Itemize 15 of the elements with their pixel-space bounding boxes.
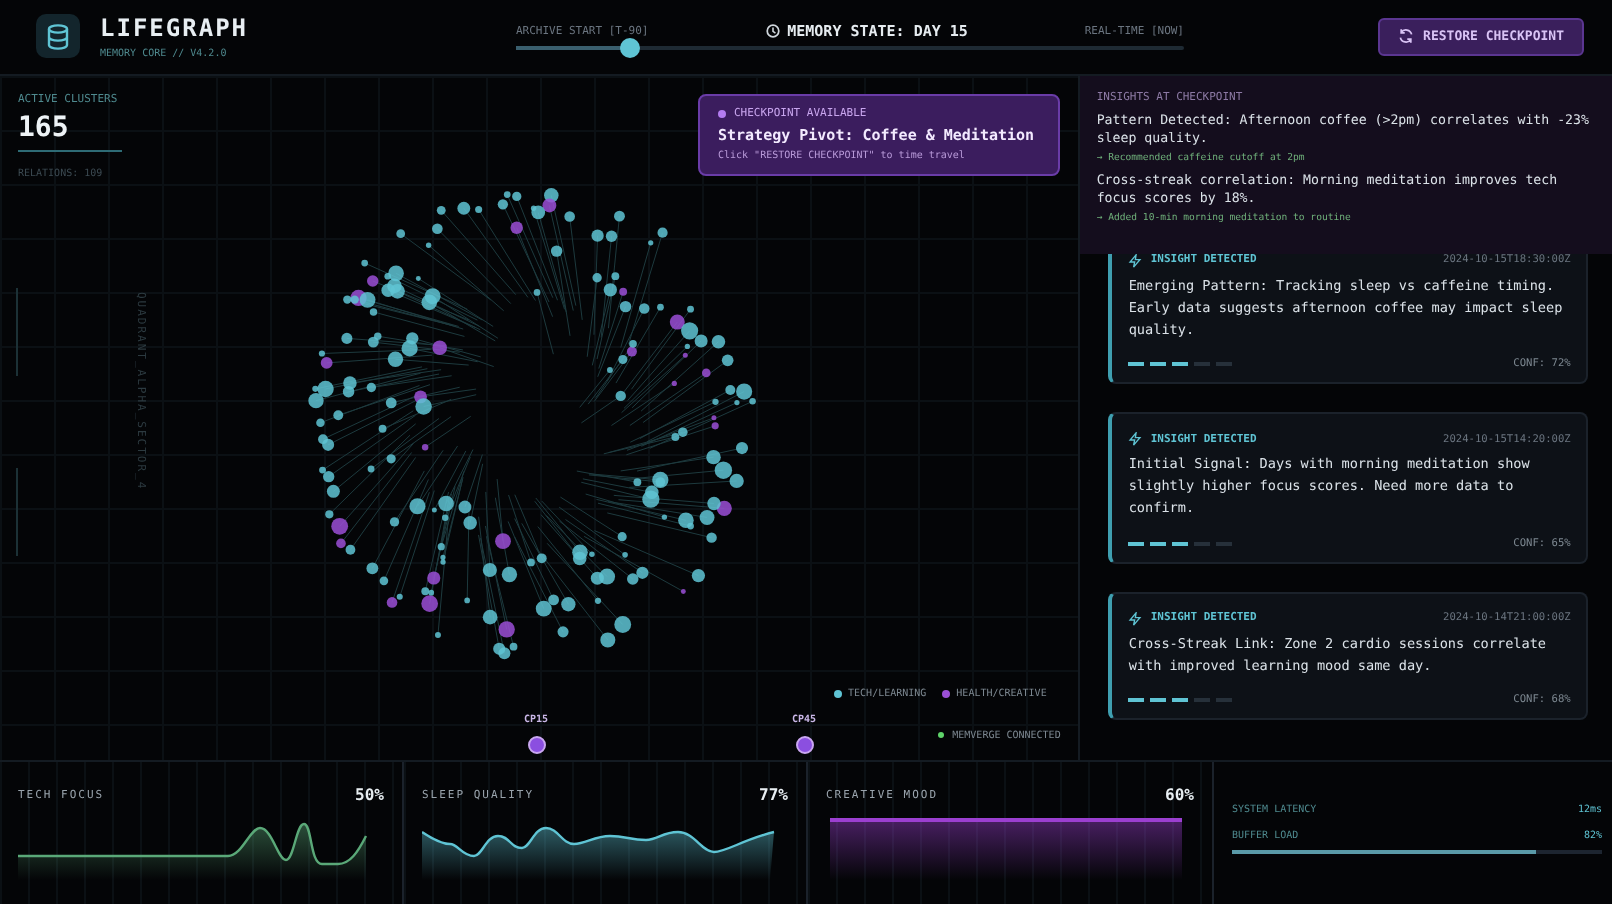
lightning-icon [1128,253,1143,268]
clusters-count: 165 [18,111,122,152]
metric-value: 77% [759,786,788,805]
slider-thumb[interactable] [619,38,640,59]
lightning-icon [1128,611,1143,626]
metric-value: 50% [355,786,384,805]
checkpoint-marker[interactable] [527,735,546,754]
logo-icon [36,14,80,59]
clock-icon [765,24,780,39]
status-dot [718,109,726,118]
checkpoint-marker[interactable] [795,735,814,754]
app-title: LIFEGRAPH [100,13,251,42]
metric-value: 60% [1165,786,1194,805]
refresh-icon [1397,28,1414,45]
lightning-icon [1128,432,1143,447]
